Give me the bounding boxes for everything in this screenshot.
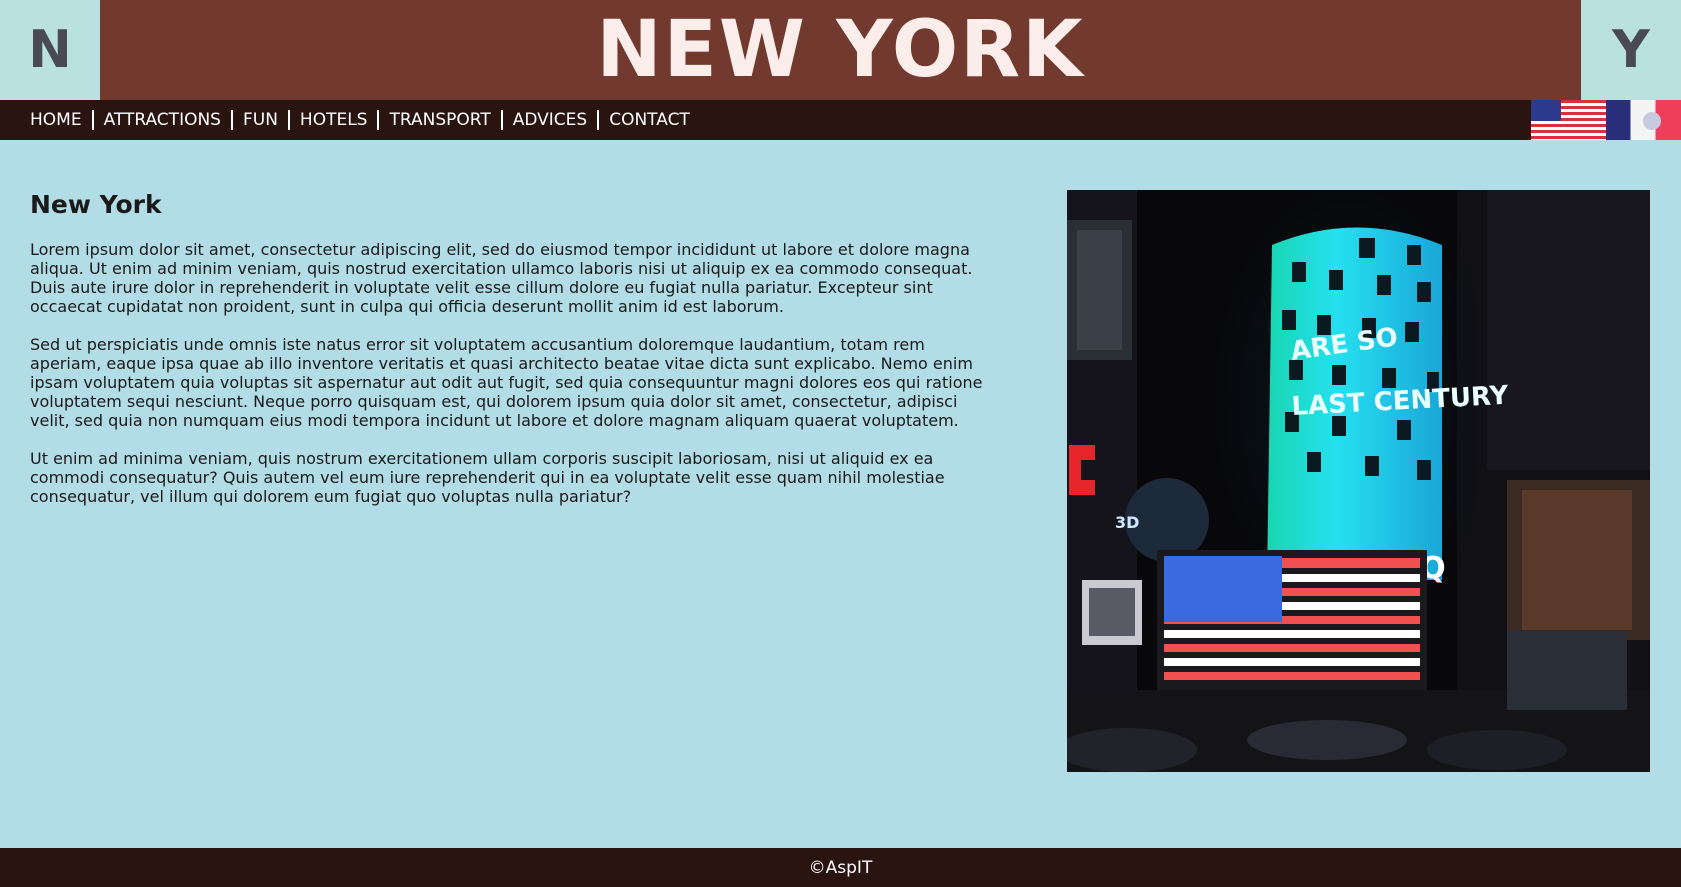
us-flag-icon[interactable]	[1531, 100, 1606, 140]
nav-bar: HOME ATTRACTIONS FUN HOTELS TRANSPORT AD…	[0, 100, 1681, 140]
nav-item-contact[interactable]: CONTACT	[599, 110, 700, 130]
site-header: N NEW YORK Y	[0, 0, 1681, 100]
sign-text-3d: 3D	[1115, 513, 1139, 532]
corner-letter-left: N	[0, 0, 100, 100]
main-nav: HOME ATTRACTIONS FUN HOTELS TRANSPORT AD…	[20, 100, 700, 140]
paragraph-1: Lorem ipsum dolor sit amet, consectetur …	[30, 240, 973, 316]
page-heading: New York	[30, 190, 162, 219]
nav-item-home[interactable]: HOME	[20, 110, 94, 130]
corner-letter-right: Y	[1581, 0, 1681, 100]
nav-item-fun[interactable]: FUN	[233, 110, 290, 130]
times-square-photo: ARE SO LAST CENTURY DAQ 3D	[1067, 190, 1650, 772]
paragraph-2: Sed ut perspiciatis unde omnis iste natu…	[30, 335, 983, 430]
nav-item-advices[interactable]: ADVICES	[503, 110, 600, 130]
france-flag-icon[interactable]	[1606, 100, 1681, 140]
site-title: NEW YORK	[596, 5, 1085, 95]
language-switcher	[1531, 100, 1681, 140]
nav-item-attractions[interactable]: ATTRACTIONS	[94, 110, 233, 130]
site-footer: ©AspIT	[0, 848, 1681, 887]
paragraph-3: Ut enim ad minima veniam, quis nostrum e…	[30, 449, 945, 506]
nav-item-hotels[interactable]: HOTELS	[290, 110, 380, 130]
nav-item-transport[interactable]: TRANSPORT	[379, 110, 503, 130]
article-text: Lorem ipsum dolor sit amet, consectetur …	[30, 240, 1000, 525]
